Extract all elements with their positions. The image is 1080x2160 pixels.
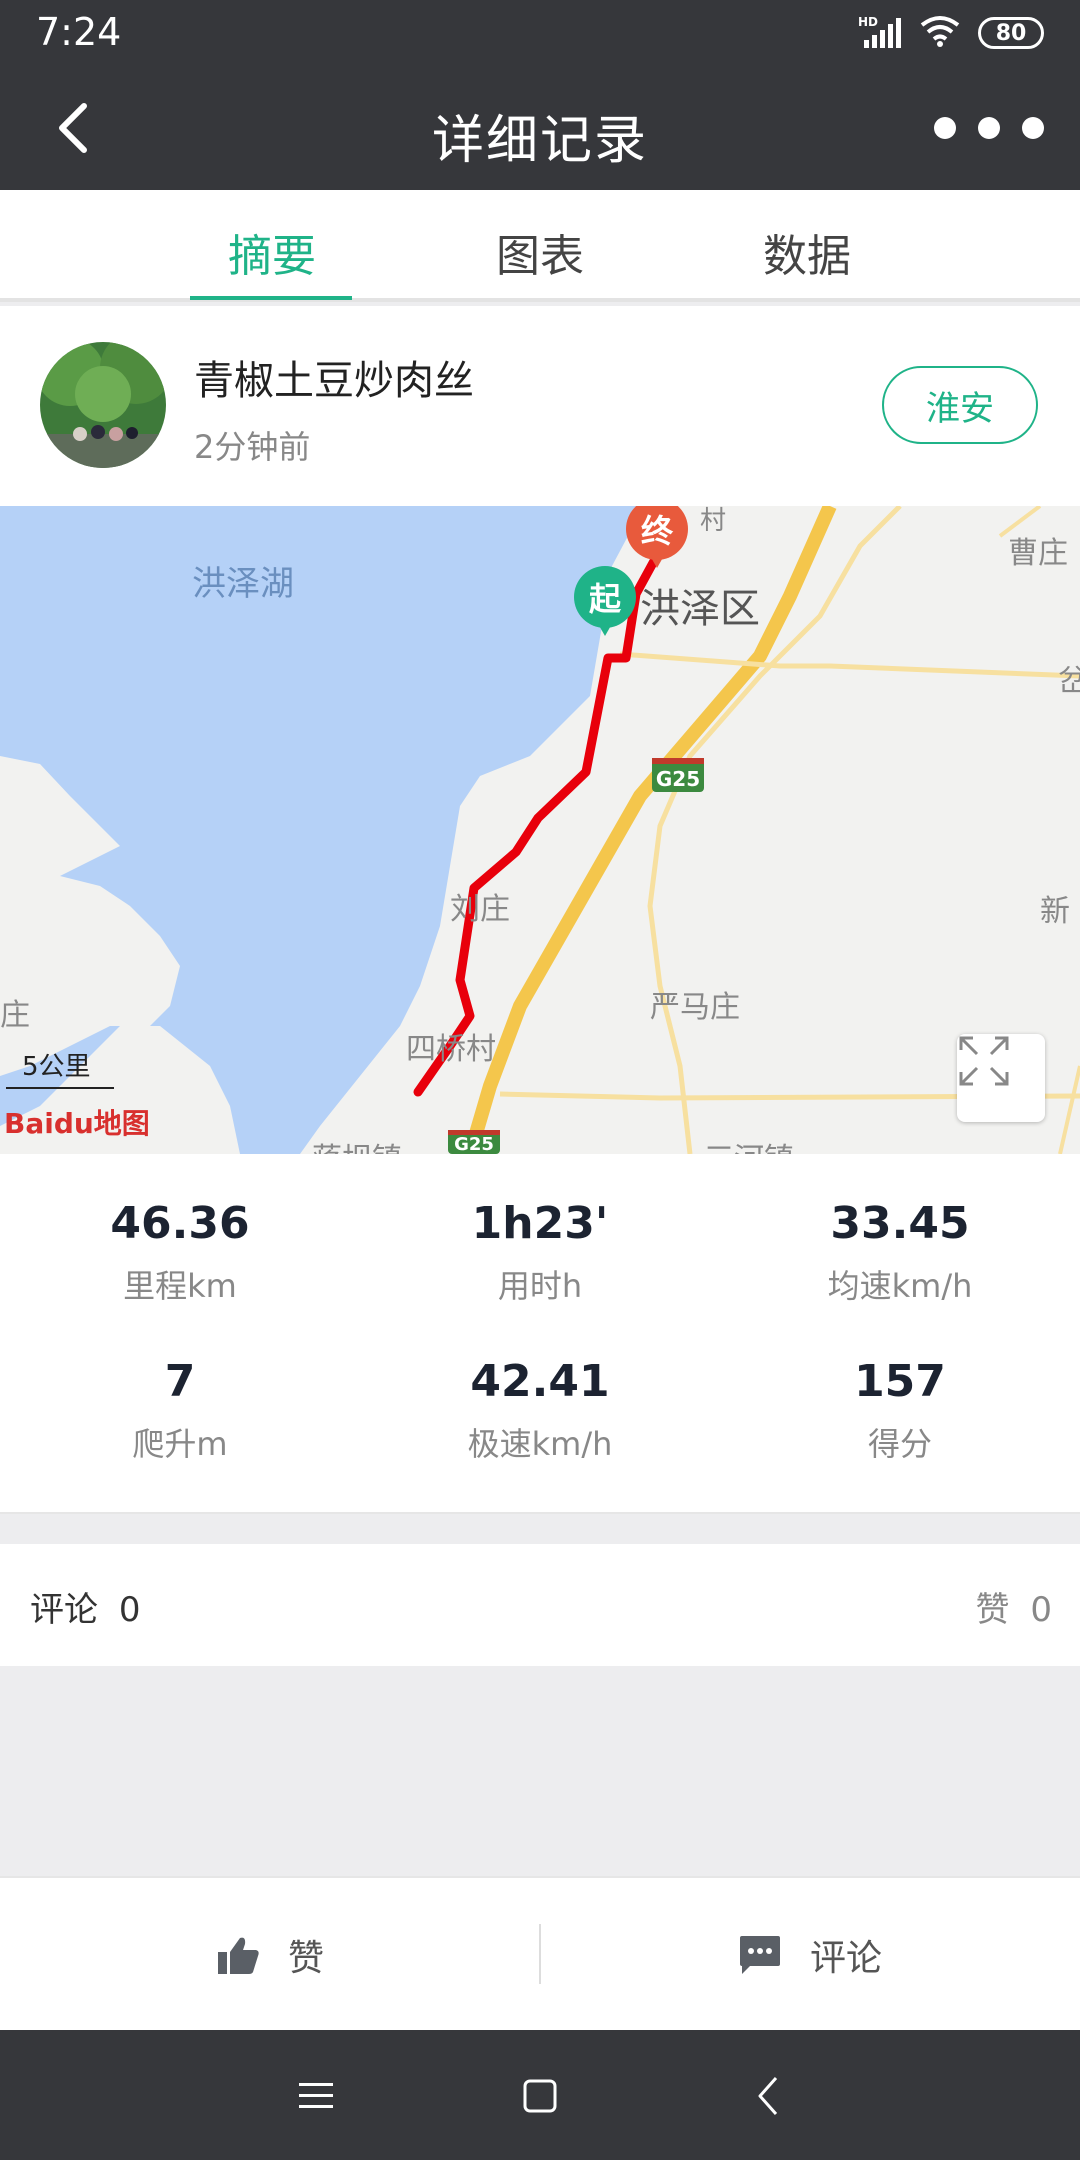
more-dot-icon bbox=[934, 117, 956, 139]
more-options-button[interactable] bbox=[934, 108, 1044, 148]
city-button[interactable]: 淮安 bbox=[882, 366, 1038, 444]
status-icons: HD 80 bbox=[858, 14, 1044, 52]
stat-label: 用时h bbox=[497, 1267, 583, 1305]
stat-score: 157 得分 bbox=[720, 1356, 1080, 1465]
highway-label-bottom: G25 bbox=[454, 1134, 494, 1154]
map-label-cun: 村 bbox=[700, 506, 727, 536]
back-nav-button[interactable] bbox=[738, 2066, 798, 2126]
stat-avg-speed: 33.45 均速km/h bbox=[720, 1198, 1080, 1307]
fullscreen-button[interactable] bbox=[957, 1034, 1045, 1122]
more-dot-icon bbox=[978, 117, 1000, 139]
action-bar: 赞 评论 bbox=[0, 1876, 1080, 2030]
back-chevron-icon bbox=[758, 2077, 778, 2115]
map-label-gu: 岔 bbox=[1058, 664, 1080, 699]
map-label-district: 洪泽区 bbox=[640, 586, 760, 632]
tab-active-indicator bbox=[190, 296, 352, 300]
home-nav-button[interactable] bbox=[510, 2066, 570, 2126]
expand-icon bbox=[959, 1036, 1009, 1086]
stat-label: 得分 bbox=[867, 1425, 932, 1463]
status-bar: 7:24 HD 80 bbox=[0, 0, 1080, 68]
like-button-label: 赞 bbox=[287, 1938, 324, 1979]
network-type-label: HD bbox=[858, 15, 878, 29]
comment-count-label: 评论 bbox=[30, 1590, 98, 1630]
comment-button-label: 评论 bbox=[809, 1938, 882, 1979]
tab-summary[interactable]: 摘要 bbox=[172, 220, 372, 284]
map-label-lake: 洪泽湖 bbox=[192, 564, 294, 604]
comment-count-value: 0 bbox=[118, 1590, 141, 1630]
stats-panel: 46.36 里程km 1h23' 用时h 33.45 均速km/h 7 爬升m … bbox=[0, 1154, 1080, 1514]
tab-bar: 摘要 图表 数据 bbox=[0, 190, 1080, 302]
more-dot-icon bbox=[1022, 117, 1044, 139]
menu-nav-button[interactable] bbox=[286, 2066, 346, 2126]
highway-label-top: G25 bbox=[656, 767, 700, 791]
map-label-zhuang: 庄 bbox=[0, 998, 30, 1033]
stat-label: 均速km/h bbox=[827, 1267, 973, 1305]
tab-data[interactable]: 数据 bbox=[707, 220, 907, 284]
stat-label: 里程km bbox=[123, 1267, 237, 1305]
system-nav-bar bbox=[0, 2030, 1080, 2160]
map-label-dengzhuang: 刘庄 bbox=[450, 892, 510, 927]
like-button[interactable]: 赞 bbox=[0, 1878, 540, 2032]
wifi-icon bbox=[920, 15, 960, 51]
signal-icon: HD bbox=[858, 14, 902, 52]
comment-count: 评论 0 bbox=[30, 1582, 140, 1631]
stat-value: 157 bbox=[854, 1356, 946, 1407]
thumbs-up-icon bbox=[217, 1937, 259, 1974]
stat-value: 33.45 bbox=[830, 1198, 970, 1249]
map-label-sihecun: 四桥村 bbox=[406, 1032, 496, 1067]
map-label-xin: 新 bbox=[1040, 894, 1070, 929]
tab-charts[interactable]: 图表 bbox=[440, 220, 640, 284]
stat-climb: 7 爬升m bbox=[0, 1356, 360, 1465]
post-time: 2分钟前 bbox=[194, 428, 311, 466]
stat-label: 极速km/h bbox=[467, 1425, 613, 1463]
comment-summary-row: 评论 0 赞 0 bbox=[0, 1544, 1080, 1666]
start-marker-icon: 起 bbox=[574, 566, 636, 636]
map-canvas: G25 G25 bbox=[0, 506, 1080, 1154]
app-header: 详细记录 bbox=[0, 68, 1080, 190]
route-map[interactable]: G25 G25 洪泽湖 洪泽区 曹庄 岔 刘庄 新 严马庄 庄 四桥村 蒋坝镇 … bbox=[0, 506, 1080, 1154]
stat-duration: 1h23' 用时h bbox=[360, 1198, 720, 1307]
avatar[interactable] bbox=[40, 342, 166, 468]
stat-value: 42.41 bbox=[470, 1356, 610, 1407]
stat-max-speed: 42.41 极速km/h bbox=[360, 1356, 720, 1465]
stat-value: 46.36 bbox=[110, 1198, 250, 1249]
map-label-jiangbazhen: 蒋坝镇 bbox=[312, 1134, 402, 1154]
baidu-map-logo: Baidu地图 bbox=[4, 1107, 150, 1140]
like-count-label: 赞 bbox=[975, 1590, 1010, 1630]
page-title: 详细记录 bbox=[431, 111, 648, 171]
like-count: 赞 0 bbox=[976, 1582, 1052, 1631]
home-square-icon bbox=[523, 2079, 557, 2113]
user-profile-row: 青椒土豆炒肉丝 2分钟前 淮安 bbox=[0, 306, 1080, 506]
user-name: 青椒土豆炒肉丝 bbox=[194, 358, 474, 404]
map-scale: 5公里 bbox=[6, 1046, 114, 1089]
comment-icon bbox=[739, 1936, 780, 1974]
menu-icon bbox=[299, 2083, 333, 2108]
stat-value: 1h23' bbox=[471, 1198, 609, 1249]
comment-button[interactable]: 评论 bbox=[540, 1878, 1080, 2032]
map-label-yanmazhuang: 严马庄 bbox=[650, 990, 740, 1025]
end-marker-label: 终 bbox=[640, 512, 673, 550]
start-marker-label: 起 bbox=[588, 580, 621, 618]
map-label-caozhuang: 曹庄 bbox=[1008, 536, 1068, 571]
stat-label: 爬升m bbox=[132, 1425, 228, 1463]
stat-value: 7 bbox=[164, 1356, 196, 1407]
map-label-sanhezhen: 三河镇 bbox=[704, 1134, 794, 1154]
battery-icon: 80 bbox=[978, 17, 1044, 49]
stat-distance: 46.36 里程km bbox=[0, 1198, 360, 1307]
status-time: 7:24 bbox=[36, 10, 122, 54]
like-count-value: 0 bbox=[1030, 1590, 1052, 1630]
